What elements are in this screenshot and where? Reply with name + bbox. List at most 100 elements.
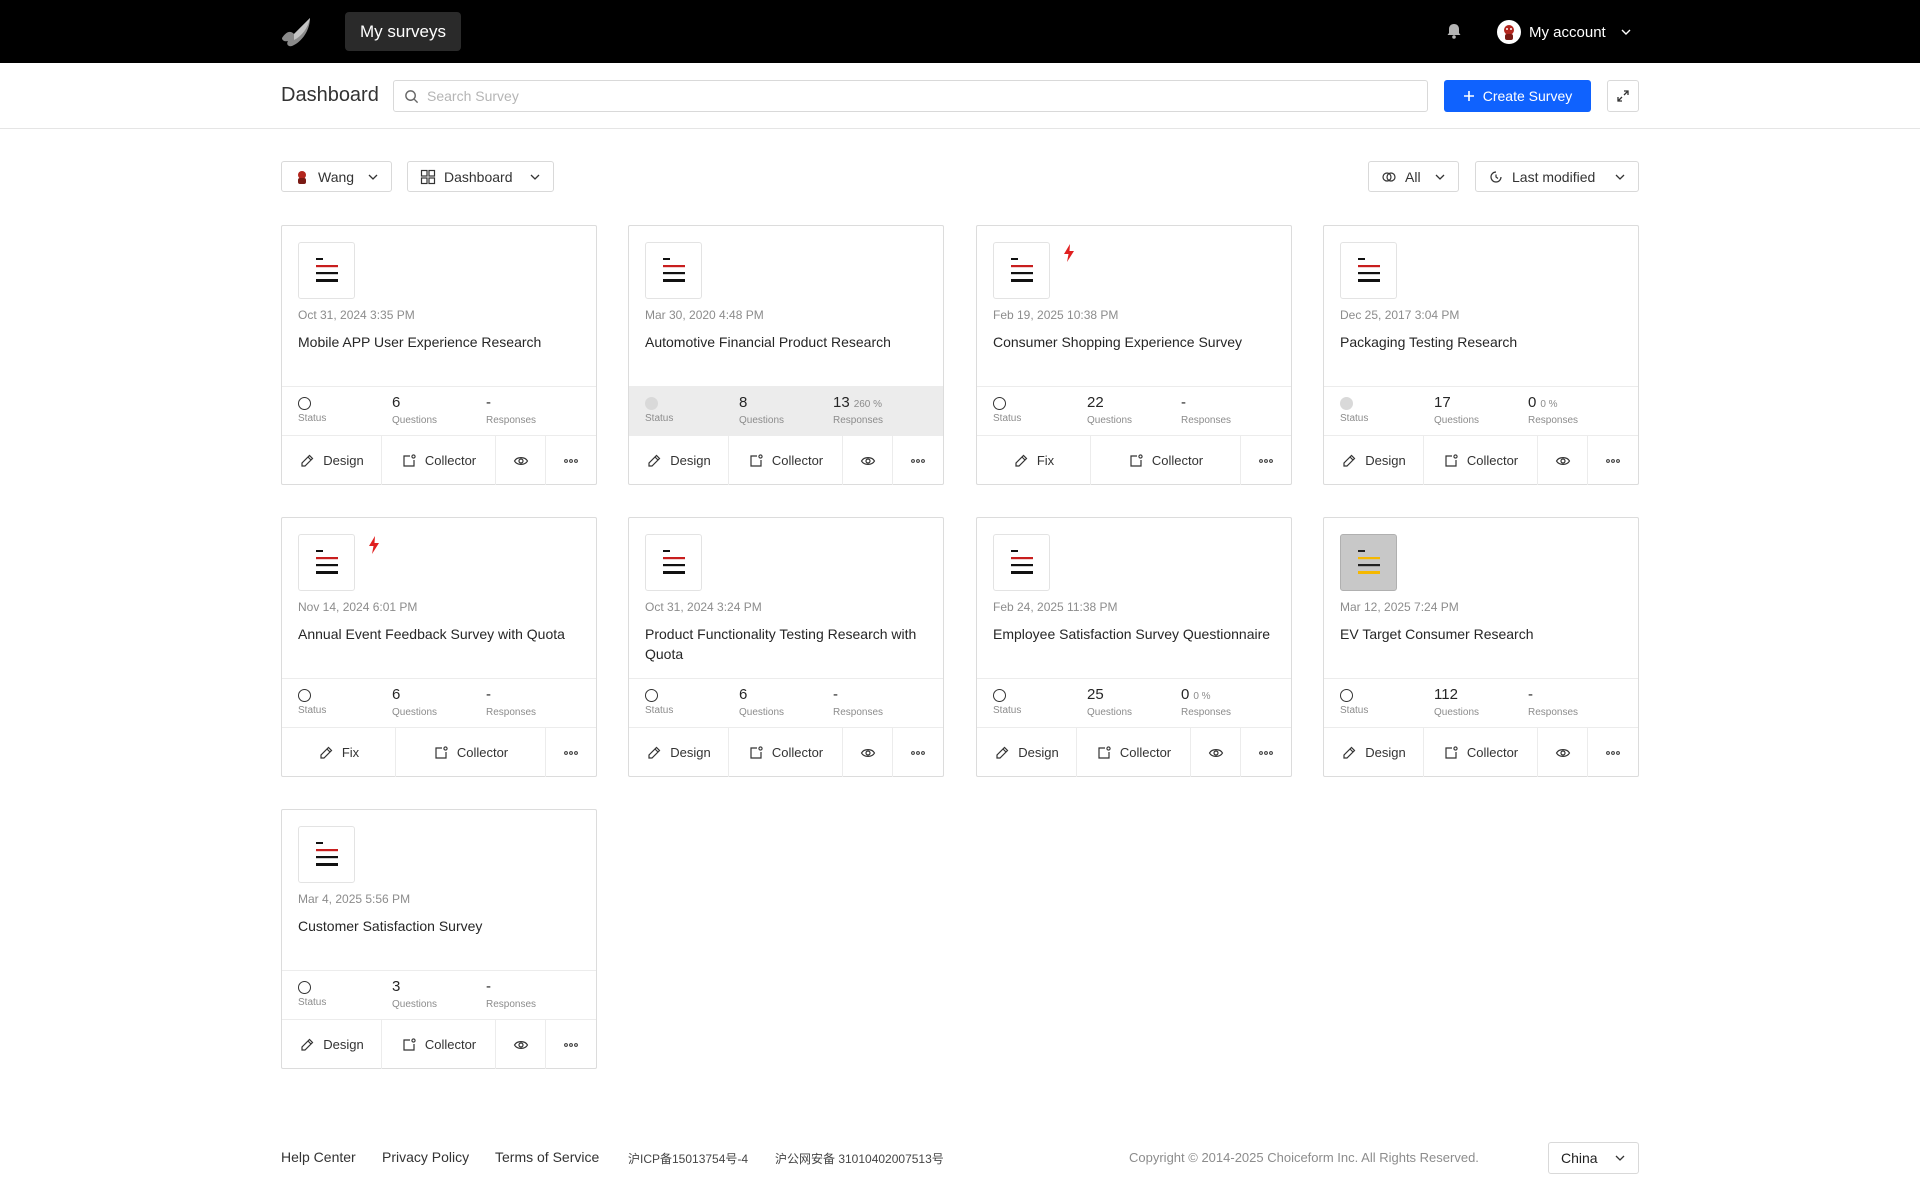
- survey-thumbnail-icon: [993, 242, 1050, 299]
- survey-card[interactable]: Oct 31, 2024 3:24 PM Product Functionalit…: [628, 517, 944, 777]
- survey-card[interactable]: Mar 30, 2020 4:48 PM Automotive Financial…: [628, 225, 944, 485]
- status-indicator: [298, 981, 311, 994]
- preview-button[interactable]: [496, 436, 546, 485]
- more-options-button[interactable]: [546, 436, 596, 485]
- collector-button[interactable]: Collector: [1424, 436, 1538, 485]
- more-options-button[interactable]: [1241, 728, 1291, 777]
- help-center-link[interactable]: Help Center: [281, 1149, 356, 1165]
- fix-button[interactable]: Fix: [282, 728, 396, 777]
- survey-date: Mar 12, 2025 7:24 PM: [1340, 600, 1459, 614]
- view-filter-dropdown[interactable]: Dashboard: [407, 161, 554, 192]
- preview-button[interactable]: [1538, 728, 1588, 777]
- status-label: Status: [298, 413, 327, 424]
- design-label: Design: [1018, 745, 1059, 760]
- survey-card[interactable]: Feb 19, 2025 10:38 PM Consumer Shopping E…: [976, 225, 1292, 485]
- status-filter-dropdown[interactable]: All: [1368, 161, 1459, 192]
- responses-count-row: -: [1528, 685, 1578, 705]
- collector-button[interactable]: Collector: [396, 728, 546, 777]
- expand-button[interactable]: [1607, 80, 1639, 112]
- privacy-policy-link[interactable]: Privacy Policy: [382, 1149, 469, 1165]
- pencil-icon: [1015, 454, 1028, 467]
- search-box[interactable]: [393, 80, 1428, 112]
- survey-stats: Status 8 Questions 13 260 % Responses: [629, 386, 943, 435]
- design-button[interactable]: Design: [1324, 436, 1424, 485]
- status-label: Status: [1340, 413, 1369, 424]
- eye-icon: [860, 748, 875, 757]
- survey-title[interactable]: Annual Event Feedback Survey with Quota: [298, 624, 583, 644]
- bell-icon[interactable]: [1444, 21, 1464, 41]
- questions-count: 17: [1434, 394, 1451, 411]
- nav-tab-my-surveys[interactable]: My surveys: [345, 12, 461, 51]
- questions-count: 22: [1087, 394, 1104, 411]
- pencil-icon: [301, 1038, 314, 1051]
- user-filter-dropdown[interactable]: Wang: [281, 161, 392, 192]
- account-menu[interactable]: My account: [1497, 17, 1632, 47]
- survey-thumbnail-icon: [298, 826, 355, 883]
- survey-card[interactable]: Dec 25, 2017 3:04 PM Packaging Testing Re…: [1323, 225, 1639, 485]
- more-options-button[interactable]: [1588, 436, 1638, 485]
- collector-button[interactable]: Collector: [1077, 728, 1191, 777]
- more-options-button[interactable]: [1241, 436, 1291, 485]
- pencil-icon: [648, 746, 661, 759]
- search-input[interactable]: [427, 88, 1407, 104]
- survey-date: Nov 14, 2024 6:01 PM: [298, 600, 418, 614]
- survey-title[interactable]: Packaging Testing Research: [1340, 332, 1625, 352]
- survey-title[interactable]: Customer Satisfaction Survey: [298, 916, 583, 936]
- survey-title[interactable]: Consumer Shopping Experience Survey: [993, 332, 1278, 352]
- responses-label: Responses: [486, 999, 537, 1010]
- icp-license-link[interactable]: 沪ICP备15013754号-4: [628, 1150, 748, 1167]
- survey-card[interactable]: Nov 14, 2024 6:01 PM Annual Event Feedbac…: [281, 517, 597, 777]
- status-label: Status: [993, 705, 1022, 716]
- police-record-link[interactable]: 沪公网安备 31010402007513号: [775, 1150, 944, 1167]
- more-options-button[interactable]: [546, 1020, 596, 1069]
- status-filter-icon: [1382, 171, 1396, 182]
- more-options-button[interactable]: [893, 728, 943, 777]
- design-button[interactable]: Design: [629, 436, 729, 485]
- collector-button[interactable]: Collector: [729, 728, 843, 777]
- collector-button[interactable]: Collector: [1424, 728, 1538, 777]
- preview-button[interactable]: [843, 436, 893, 485]
- preview-button[interactable]: [496, 1020, 546, 1069]
- survey-card[interactable]: Mar 12, 2025 7:24 PM EV Target Consumer R…: [1323, 517, 1639, 777]
- more-options-button[interactable]: [893, 436, 943, 485]
- status-indicator: [298, 397, 311, 410]
- collector-button[interactable]: Collector: [382, 436, 496, 485]
- status-indicator: [645, 689, 658, 702]
- dashboard-header: Dashboard Create Survey: [0, 63, 1920, 129]
- design-button[interactable]: Design: [282, 1020, 382, 1069]
- design-button[interactable]: Design: [282, 436, 382, 485]
- collector-button[interactable]: Collector: [382, 1020, 496, 1069]
- preview-button[interactable]: [1191, 728, 1241, 777]
- brand-logo-icon[interactable]: [280, 16, 314, 48]
- questions-label: Questions: [739, 707, 785, 718]
- survey-title[interactable]: EV Target Consumer Research: [1340, 624, 1625, 644]
- status-stat: Status: [298, 977, 326, 1008]
- design-button[interactable]: Design: [629, 728, 729, 777]
- survey-title[interactable]: Automotive Financial Product Research: [645, 332, 930, 352]
- sort-dropdown[interactable]: Last modified: [1475, 161, 1639, 192]
- preview-button[interactable]: [1538, 436, 1588, 485]
- region-selector[interactable]: China: [1548, 1142, 1639, 1174]
- survey-title[interactable]: Mobile APP User Experience Research: [298, 332, 583, 352]
- lightning-icon: [1063, 244, 1075, 262]
- survey-card[interactable]: Oct 31, 2024 3:35 PM Mobile APP User Expe…: [281, 225, 597, 485]
- create-survey-button[interactable]: Create Survey: [1444, 80, 1591, 112]
- survey-card[interactable]: Mar 4, 2025 5:56 PM Customer Satisfaction…: [281, 809, 597, 1069]
- sort-clock-icon: [1490, 170, 1502, 183]
- design-button[interactable]: Design: [1324, 728, 1424, 777]
- terms-of-service-link[interactable]: Terms of Service: [495, 1149, 599, 1165]
- more-icon: [564, 1042, 578, 1047]
- survey-title[interactable]: Employee Satisfaction Survey Questionnai…: [993, 624, 1278, 644]
- responses-count: -: [1528, 686, 1533, 703]
- more-options-button[interactable]: [1588, 728, 1638, 777]
- survey-card[interactable]: Feb 24, 2025 11:38 PM Employee Satisfacti…: [976, 517, 1292, 777]
- fix-button[interactable]: Fix: [977, 436, 1091, 485]
- design-button[interactable]: Design: [977, 728, 1077, 777]
- more-icon: [564, 458, 578, 463]
- preview-button[interactable]: [843, 728, 893, 777]
- questions-label: Questions: [1434, 415, 1480, 426]
- collector-button[interactable]: Collector: [729, 436, 843, 485]
- collector-button[interactable]: Collector: [1091, 436, 1241, 485]
- survey-title[interactable]: Product Functionality Testing Research w…: [645, 624, 930, 664]
- more-options-button[interactable]: [546, 728, 596, 777]
